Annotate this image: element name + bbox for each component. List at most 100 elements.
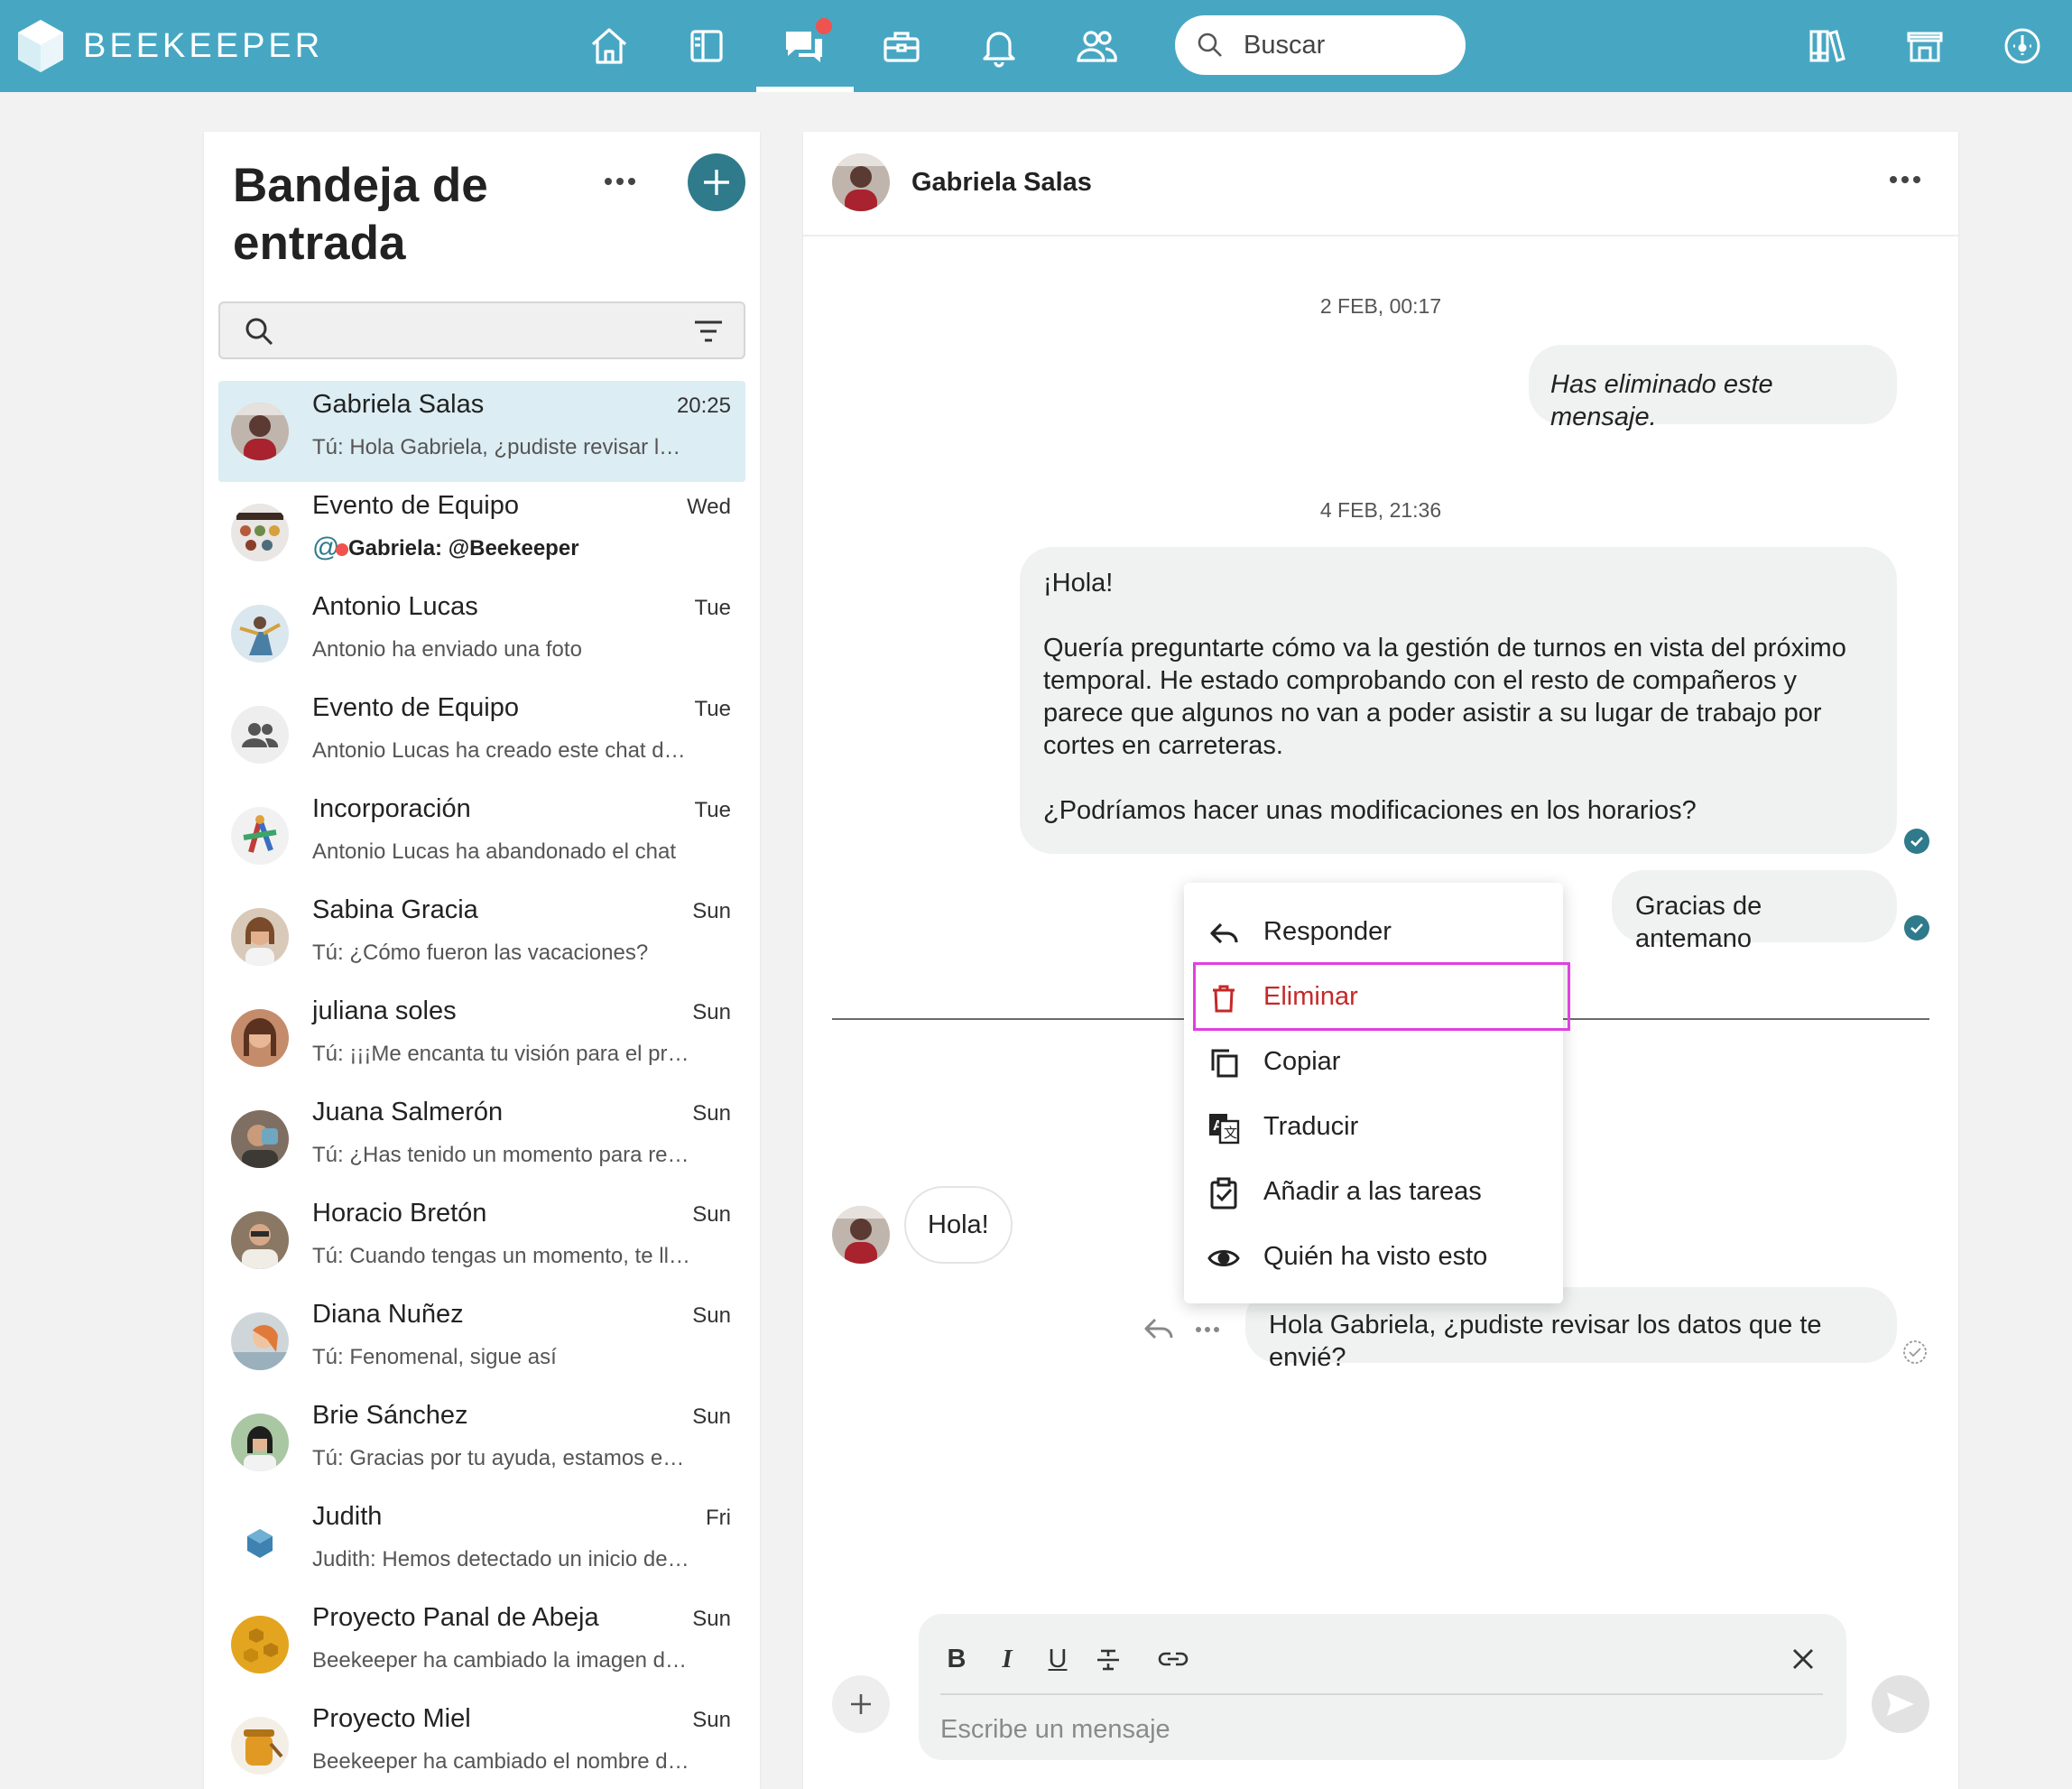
people-icon[interactable] — [1068, 18, 1124, 74]
newsfeed-icon[interactable] — [679, 18, 735, 74]
conversation-preview: Tú: Cuando tengas un momento, te llamo — [312, 1244, 691, 1268]
translate-icon: A文 — [1209, 1114, 1240, 1145]
conversation-item[interactable]: juliana soles Sun Tú: ¡¡¡Me encanta tu v… — [218, 987, 745, 1089]
conversation-name: Proyecto Panal de Abeja — [312, 1603, 599, 1632]
send-button[interactable] — [1872, 1675, 1929, 1733]
conversation-item[interactable]: Horacio Bretón Sun Tú: Cuando tengas un … — [218, 1190, 745, 1291]
more-options-icon[interactable] — [597, 168, 643, 195]
conversation-preview: Judith: Hemos detectado un inicio de ses… — [312, 1547, 691, 1571]
conversation-item[interactable]: Evento de Equipo Tue Antonio Lucas ha cr… — [218, 684, 745, 785]
avatar — [231, 504, 289, 561]
contact-avatar[interactable] — [832, 153, 890, 211]
menu-item-label: Copiar — [1263, 1047, 1341, 1076]
conversation-name: Antonio Lucas — [312, 592, 478, 621]
conversation-item[interactable]: Incorporación Tue Antonio Lucas ha aband… — [218, 785, 745, 886]
beekeeper-hexagon-icon — [231, 1515, 289, 1572]
conversation-item[interactable]: Evento de Equipo Wed @ Gabriela: @Beekee… — [218, 482, 745, 583]
conversation-preview: Antonio Lucas ha abandonado el chat — [312, 839, 676, 864]
avatar — [231, 1414, 289, 1471]
global-search[interactable] — [1175, 15, 1466, 75]
inbox-title: Bandeja de entrada — [233, 159, 488, 270]
top-navigation-bar: BEEKEEPER — [0, 0, 2072, 92]
date-separator: 4 FEB, 21:36 — [1319, 498, 1442, 522]
menu-item-copy[interactable]: Copiar — [1184, 1031, 1563, 1096]
avatar — [231, 807, 289, 865]
contact-name[interactable]: Gabriela Salas — [911, 168, 1092, 198]
conversation-name: Diana Nuñez — [312, 1300, 464, 1329]
new-chat-button[interactable] — [688, 153, 745, 211]
conversation-preview: Tú: Hola Gabriela, ¿pudiste revisar los … — [312, 435, 691, 459]
beekeeper-logo-icon — [18, 20, 63, 72]
conversation-time: 20:25 — [676, 394, 731, 418]
conversation-item[interactable]: Gabriela Salas 20:25 Tú: Hola Gabriela, … — [218, 381, 745, 482]
conversation-item[interactable]: Juana Salmerón Sun Tú: ¿Has tenido un mo… — [218, 1089, 745, 1190]
conversation-item[interactable]: Judith Fri Judith: Hemos detectado un in… — [218, 1493, 745, 1594]
composer-divider — [940, 1693, 1823, 1695]
beekeeper-logo[interactable]: BEEKEEPER — [18, 20, 323, 72]
message-context-menu: Responder Eliminar Copiar A文 Traducir Añ… — [1184, 883, 1563, 1303]
conversation-item[interactable]: Diana Nuñez Sun Tú: Fenomenal, sigue así — [218, 1291, 745, 1392]
filter-icon[interactable] — [693, 318, 724, 345]
message-options-icon[interactable] — [1193, 1323, 1222, 1336]
message-bubble[interactable]: Gracias de antemano — [1612, 870, 1897, 953]
conversation-name: Brie Sánchez — [312, 1401, 468, 1430]
italic-button[interactable]: I — [989, 1641, 1025, 1677]
conversation-name: Juana Salmerón — [312, 1098, 504, 1126]
conversation-preview: Tú: Fenomenal, sigue así — [312, 1345, 557, 1369]
bell-icon[interactable] — [971, 18, 1027, 74]
message-composer: B I U — [919, 1614, 1846, 1760]
strikethrough-button[interactable] — [1090, 1641, 1126, 1677]
reply-icon[interactable] — [1142, 1316, 1175, 1341]
menu-item-add-task[interactable]: Añadir a las tareas — [1184, 1161, 1563, 1226]
conversation-time: Sun — [692, 1101, 731, 1126]
library-icon[interactable] — [1799, 18, 1855, 74]
menu-item-translate[interactable]: A文 Traducir — [1184, 1096, 1563, 1161]
conversation-time: Sun — [692, 1000, 731, 1024]
conversation-preview: Tú: ¿Has tenido un momento para revisarl… — [312, 1143, 691, 1167]
conversation-time: Sun — [692, 1607, 731, 1631]
conversation-name: juliana soles — [312, 996, 457, 1025]
conversation-item[interactable]: Antonio Lucas Tue Antonio ha enviado una… — [218, 583, 745, 684]
home-icon[interactable] — [581, 18, 637, 74]
message-bubble[interactable]: ¡Hola! Quería preguntarte cómo va la ges… — [1020, 547, 1897, 854]
message-input[interactable] — [940, 1710, 1807, 1749]
unread-badge — [814, 16, 834, 36]
incoming-message[interactable]: Hola! — [904, 1186, 1013, 1264]
dashboard-icon[interactable] — [1994, 18, 2050, 74]
attach-button[interactable] — [832, 1675, 890, 1733]
menu-item-seen-by[interactable]: Quién ha visto esto — [1184, 1226, 1563, 1291]
conversation-item[interactable]: Brie Sánchez Sun Tú: Gracias por tu ayud… — [218, 1392, 745, 1493]
task-icon — [1210, 1177, 1237, 1210]
conversation-time: Tue — [694, 596, 731, 620]
contact-avatar[interactable] — [832, 1206, 890, 1264]
conversation-preview: Tú: ¿Cómo fueron las vacaciones? — [312, 941, 649, 965]
conversation-name: Incorporación — [312, 794, 471, 823]
avatar — [231, 1312, 289, 1370]
bold-button[interactable]: B — [939, 1641, 975, 1677]
deleted-message[interactable]: Has eliminado este mensaje. — [1529, 345, 1897, 431]
toolbox-icon[interactable] — [874, 18, 930, 74]
menu-item-reply[interactable]: Responder — [1184, 901, 1563, 966]
conversation-item[interactable]: Proyecto Miel Sun Beekeeper ha cambiado … — [218, 1695, 745, 1789]
menu-item-label: Eliminar — [1263, 982, 1358, 1011]
conversation-name: Evento de Equipo — [312, 693, 519, 722]
avatar — [231, 605, 289, 663]
link-button[interactable] — [1155, 1641, 1191, 1677]
date-separator: 2 FEB, 00:17 — [1319, 294, 1442, 318]
close-formatting-button[interactable] — [1785, 1641, 1821, 1677]
close-icon — [1793, 1649, 1813, 1669]
inbox-search[interactable] — [218, 301, 745, 359]
store-icon[interactable] — [1897, 18, 1953, 74]
menu-item-label: Quién ha visto esto — [1263, 1242, 1488, 1271]
more-options-icon[interactable] — [1882, 168, 1928, 191]
global-search-input[interactable] — [1244, 30, 1442, 60]
menu-item-label: Responder — [1263, 917, 1392, 946]
conversation-name: Horacio Bretón — [312, 1199, 487, 1228]
conversation-item[interactable]: Sabina Gracia Sun Tú: ¿Cómo fueron las v… — [218, 886, 745, 987]
underline-button[interactable]: U — [1040, 1641, 1076, 1677]
conversation-time: Fri — [706, 1506, 731, 1530]
avatar — [231, 1110, 289, 1168]
menu-item-delete[interactable]: Eliminar — [1184, 966, 1563, 1031]
conversation-item[interactable]: Proyecto Panal de Abeja Sun Beekeeper ha… — [218, 1594, 745, 1695]
inbox-search-input[interactable] — [289, 312, 668, 348]
